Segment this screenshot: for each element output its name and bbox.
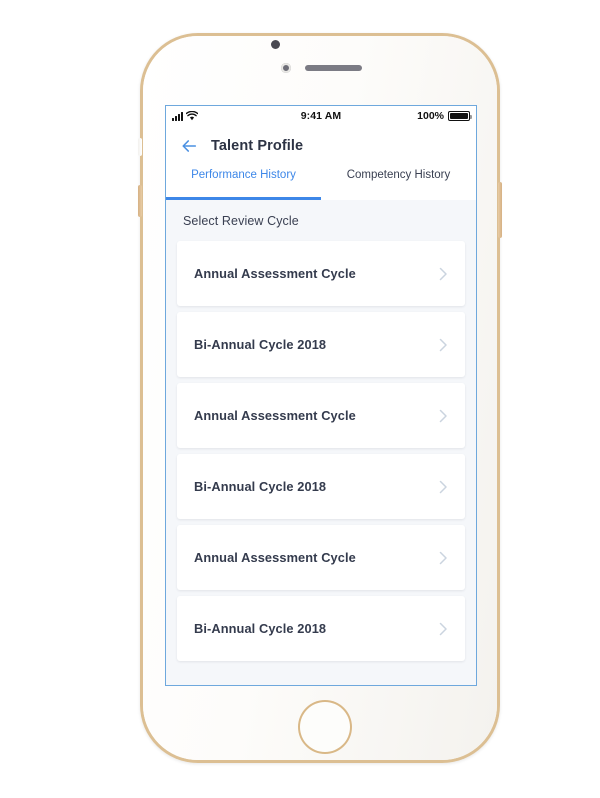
earpiece-speaker [305,65,362,71]
tab-performance-history[interactable]: Performance History [166,167,321,200]
list-item[interactable]: Annual Assessment Cycle [177,383,465,448]
list-item[interactable]: Bi-Annual Cycle 2018 [177,312,465,377]
silent-switch[interactable] [138,138,142,156]
back-arrow-icon[interactable] [180,137,198,155]
battery-full-icon [448,110,472,121]
tab-competency-history[interactable]: Competency History [321,167,476,200]
list-item-label: Annual Assessment Cycle [194,408,356,423]
list-item-label: Annual Assessment Cycle [194,266,356,281]
chevron-right-icon [439,622,447,635]
chevron-right-icon [439,338,447,351]
phone-screen: 9:41 AM 100% Talent Profile Performance … [165,105,477,686]
tab-competency-history-label: Competency History [346,169,451,181]
list-item-label: Annual Assessment Cycle [194,550,356,565]
chevron-right-icon [439,480,447,493]
list-item[interactable]: Bi-Annual Cycle 2018 [177,454,465,519]
list-item[interactable]: Bi-Annual Cycle 2018 [177,596,465,661]
tab-performance-history-label: Performance History [191,169,296,181]
status-bar: 9:41 AM 100% [166,106,476,125]
section-label: Select Review Cycle [183,214,299,228]
list-item[interactable]: Annual Assessment Cycle [177,525,465,590]
chevron-right-icon [439,409,447,422]
proximity-sensor-icon [281,63,291,73]
list-item-label: Bi-Annual Cycle 2018 [194,337,327,352]
front-camera-icon [271,40,280,49]
page-title: Talent Profile [211,138,304,154]
list-item-label: Bi-Annual Cycle 2018 [194,621,327,636]
review-cycle-list: Annual Assessment Cycle Bi-Annual Cycle … [177,241,465,661]
chevron-right-icon [439,267,447,280]
list-item[interactable]: Annual Assessment Cycle [177,241,465,306]
navigation-bar: Talent Profile [166,125,476,167]
list-item-label: Bi-Annual Cycle 2018 [194,479,327,494]
status-bar-right: 100% [417,109,472,122]
volume-button[interactable] [138,185,142,217]
content-area: Select Review Cycle Annual Assessment Cy… [166,200,476,685]
battery-percent-label: 100% [417,109,444,122]
battery-fill [450,112,468,119]
power-button[interactable] [498,182,502,238]
home-button[interactable] [298,700,352,754]
tab-bar: Performance History Competency History [166,167,476,200]
chevron-right-icon [439,551,447,564]
